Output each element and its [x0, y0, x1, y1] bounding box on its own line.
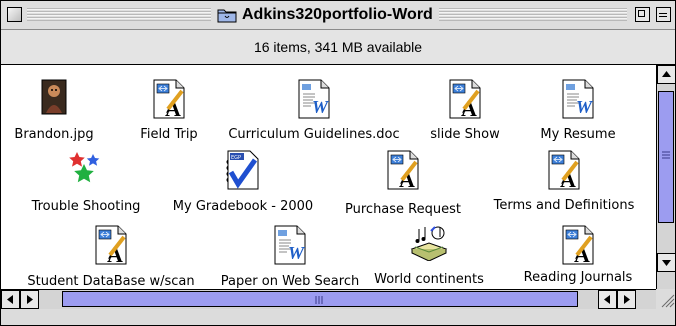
scroll-left-button-end[interactable]	[598, 290, 617, 309]
word-document-icon[interactable]: A	[561, 225, 595, 269]
window-title: Adkins320portfolio-Word	[211, 4, 439, 26]
file-label[interactable]: My Resume	[540, 127, 615, 142]
svg-text:W: W	[312, 97, 330, 117]
file-label[interactable]: My Gradebook - 2000	[173, 199, 313, 214]
file-label[interactable]: Purchase Request	[345, 202, 461, 217]
word-document-icon[interactable]: A	[547, 150, 581, 194]
word-w-document-icon[interactable]: W	[297, 79, 331, 123]
svg-text:EGP: EGP	[231, 155, 241, 161]
left-arrow-icon	[7, 295, 13, 304]
folder-icon	[217, 9, 237, 23]
zoom-box[interactable]	[635, 7, 650, 22]
stars-icon[interactable]	[68, 150, 104, 190]
resize-grip-icon	[661, 294, 675, 308]
word-document-icon[interactable]: A	[94, 225, 128, 269]
scroll-right-button-end[interactable]	[617, 290, 636, 309]
file-label[interactable]: Student DataBase w/scan	[27, 274, 194, 289]
file-label[interactable]: World continents	[374, 272, 484, 287]
scroll-down-button[interactable]	[657, 253, 675, 272]
file-label[interactable]: Paper on Web Search	[221, 274, 359, 289]
window-title-text: Adkins320portfolio-Word	[242, 6, 433, 23]
word-document-icon[interactable]: A	[448, 79, 482, 123]
sound-book-icon[interactable]	[409, 225, 449, 265]
grip-lines-icon	[662, 151, 670, 159]
word-document-icon[interactable]: A	[152, 79, 186, 123]
scroll-left-button[interactable]	[1, 290, 20, 309]
up-arrow-icon	[662, 71, 671, 77]
items-available-status: 16 items, 341 MB available	[253, 39, 423, 55]
finder-window: Adkins320portfolio-Word 16 items, 341 MB…	[0, 0, 676, 326]
svg-text:W: W	[576, 97, 594, 117]
scroll-up-button[interactable]	[657, 65, 675, 84]
scroll-right-button[interactable]	[20, 290, 39, 309]
horizontal-scroll-thumb[interactable]	[62, 291, 578, 307]
file-label[interactable]: Brandon.jpg	[14, 127, 93, 142]
collapse-box[interactable]	[656, 7, 671, 22]
resize-grip[interactable]	[656, 289, 675, 309]
file-label[interactable]: Curriculum Guidelines.doc	[228, 127, 399, 142]
icon-view: Brandon.jpg A Field Trip W Curriculum Guidel…	[1, 65, 656, 289]
vertical-scrollbar[interactable]	[656, 65, 675, 289]
file-label[interactable]: Trouble Shooting	[32, 199, 141, 214]
word-w-document-icon[interactable]: W	[561, 79, 595, 123]
close-box[interactable]	[7, 7, 22, 22]
file-label[interactable]: Terms and Definitions	[494, 198, 635, 213]
svg-text:W: W	[288, 243, 306, 263]
vertical-scroll-thumb[interactable]	[658, 91, 674, 223]
right-arrow-icon	[624, 295, 630, 304]
down-arrow-icon	[662, 260, 671, 266]
photo-icon[interactable]	[41, 79, 67, 119]
title-bar[interactable]: Adkins320portfolio-Word	[1, 1, 675, 30]
window-info-bar: 16 items, 341 MB available	[1, 30, 675, 65]
file-label[interactable]: Reading Journals	[524, 270, 633, 285]
word-w-document-icon[interactable]: W	[273, 225, 307, 269]
file-label[interactable]: Field Trip	[140, 127, 197, 142]
file-label[interactable]: slide Show	[430, 127, 499, 142]
grip-lines-icon	[315, 296, 323, 304]
gradebook-icon[interactable]: EGP	[226, 150, 260, 194]
right-arrow-icon	[27, 295, 33, 304]
word-document-icon[interactable]: A	[386, 150, 420, 194]
left-arrow-icon	[604, 295, 610, 304]
horizontal-scrollbar[interactable]	[1, 289, 656, 309]
